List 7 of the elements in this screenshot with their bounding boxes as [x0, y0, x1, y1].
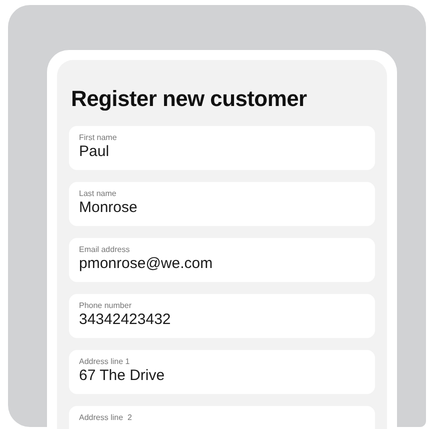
input-field[interactable]: Email address pmonrose@we.com	[69, 238, 375, 282]
input-field[interactable]: First name Paul	[69, 126, 375, 170]
input-field[interactable]: Last name Monrose	[69, 182, 375, 226]
input-field[interactable]: Address line 2	[69, 406, 375, 429]
form-title: Register new customer	[71, 86, 308, 112]
input-field[interactable]: Phone number 34342423432	[69, 294, 375, 338]
input-field[interactable]: Address line 1 67 The Drive	[69, 350, 375, 394]
